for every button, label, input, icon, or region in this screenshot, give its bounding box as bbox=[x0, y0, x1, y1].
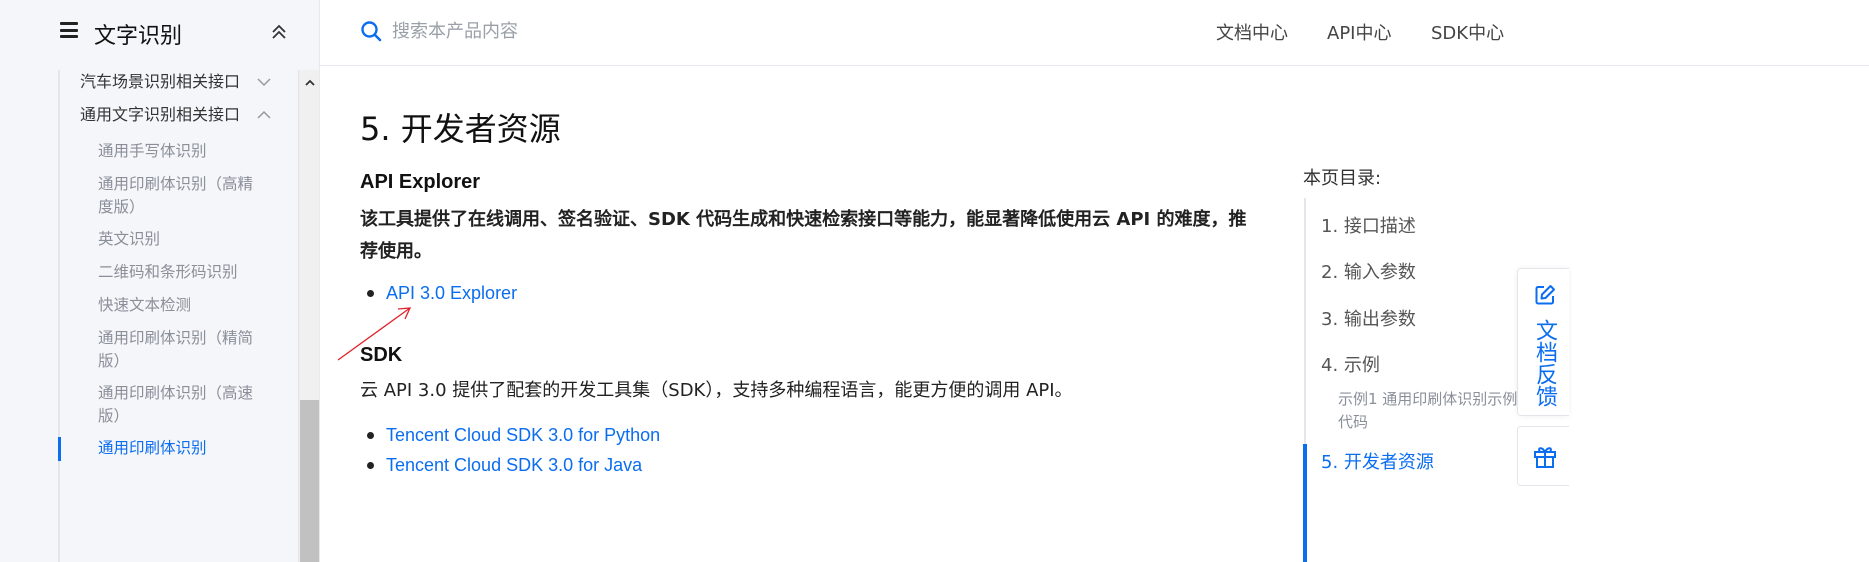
sidebar-item-handwriting[interactable]: 通用手写体识别 bbox=[98, 140, 207, 163]
tree-rail bbox=[58, 70, 60, 562]
sidebar-tree: 汽车场景识别相关接口 通用文字识别相关接口 通用手写体识别 通用印刷体识别（高精… bbox=[0, 70, 298, 562]
sidebar-header: 文字识别 bbox=[0, 0, 319, 66]
toc-item-dev-resources[interactable]: 5. 开发者资源 bbox=[1321, 448, 1434, 474]
sdk-description: 云 API 3.0 提供了配套的开发工具集（SDK），支持多种编程语言，能更方便… bbox=[360, 380, 1073, 401]
scrollbar-thumb[interactable] bbox=[300, 400, 319, 562]
section-title: 5. 开发者资源 bbox=[360, 110, 561, 148]
bullet-icon bbox=[367, 432, 374, 439]
toc-item-output-params[interactable]: 3. 输出参数 bbox=[1321, 305, 1416, 331]
chevron-up-icon[interactable] bbox=[256, 110, 272, 120]
sidebar-title: 文字识别 bbox=[94, 24, 183, 49]
list-item: Tencent Cloud SDK 3.0 for Python bbox=[360, 425, 660, 446]
sidebar-item-qrcode-barcode[interactable]: 二维码和条形码识别 bbox=[98, 261, 238, 284]
toc-item-example-1[interactable]: 示例1 通用印刷体识别示例代码 bbox=[1338, 388, 1523, 434]
sidebar-item-text-detect[interactable]: 快速文本检测 bbox=[98, 294, 191, 317]
sidebar-item-print-accurate[interactable]: 通用印刷体识别（高精度版） bbox=[98, 173, 268, 219]
menu-icon[interactable] bbox=[60, 22, 78, 38]
api-explorer-heading: API Explorer bbox=[360, 171, 481, 193]
list-item: Tencent Cloud SDK 3.0 for Java bbox=[360, 455, 642, 476]
nav-sdk-center[interactable]: SDK中心 bbox=[1431, 19, 1504, 45]
active-indicator bbox=[58, 437, 61, 461]
sidebar-item-print-general[interactable]: 通用印刷体识别 bbox=[98, 437, 207, 460]
sidebar-item-car-scene[interactable]: 汽车场景识别相关接口 bbox=[80, 70, 240, 93]
bullet-icon bbox=[367, 462, 374, 469]
toc-item-interface-desc[interactable]: 1. 接口描述 bbox=[1321, 212, 1416, 238]
sidebar-item-print-basic[interactable]: 通用印刷体识别（精简版） bbox=[98, 327, 268, 373]
sidebar-item-general-text[interactable]: 通用文字识别相关接口 bbox=[80, 103, 240, 126]
nav-api-center[interactable]: API中心 bbox=[1327, 19, 1391, 45]
toc-title: 本页目录: bbox=[1303, 168, 1382, 189]
sdk-java-link[interactable]: Tencent Cloud SDK 3.0 for Java bbox=[386, 455, 642, 476]
search-icon bbox=[361, 21, 382, 42]
toc-item-input-params[interactable]: 2. 输入参数 bbox=[1321, 258, 1416, 284]
annotation-arrow bbox=[337, 307, 412, 361]
sdk-python-link[interactable]: Tencent Cloud SDK 3.0 for Python bbox=[386, 425, 660, 446]
bullet-icon bbox=[367, 290, 374, 297]
sidebar-item-print-fast[interactable]: 通用印刷体识别（高速版） bbox=[98, 382, 268, 428]
gift-button[interactable] bbox=[1517, 426, 1569, 486]
feedback-button[interactable]: 文档反馈 bbox=[1517, 268, 1569, 416]
toc-active-indicator bbox=[1303, 444, 1307, 562]
nav-doc-center[interactable]: 文档中心 bbox=[1216, 19, 1288, 45]
scroll-up-icon[interactable] bbox=[303, 76, 317, 90]
feedback-label: 文档反馈 bbox=[1532, 319, 1557, 407]
sidebar: 文字识别 汽车场景识别相关接口 通用文字识别相关接口 通用手写体识别 通用印刷体… bbox=[0, 0, 320, 562]
main-content: 5. 开发者资源 API Explorer 该工具提供了在线调用、签名验证、SD… bbox=[360, 66, 1260, 562]
gift-icon bbox=[1534, 447, 1556, 468]
chevron-double-up-icon[interactable] bbox=[270, 22, 288, 42]
api-explorer-description: 该工具提供了在线调用、签名验证、SDK 代码生成和快速检索接口等能力，能显著降低… bbox=[360, 209, 1247, 262]
chevron-down-icon[interactable] bbox=[256, 77, 272, 87]
toc-item-examples[interactable]: 4. 示例 bbox=[1321, 351, 1380, 377]
sidebar-scrollbar[interactable] bbox=[298, 70, 319, 562]
page: 文字识别 汽车场景识别相关接口 通用文字识别相关接口 通用手写体识别 通用印刷体… bbox=[0, 0, 1869, 562]
search-input[interactable] bbox=[392, 15, 992, 47]
sidebar-item-english[interactable]: 英文识别 bbox=[98, 228, 160, 251]
edit-icon bbox=[1535, 285, 1555, 305]
top-bar: 文档中心 API中心 SDK中心 bbox=[320, 0, 1869, 66]
